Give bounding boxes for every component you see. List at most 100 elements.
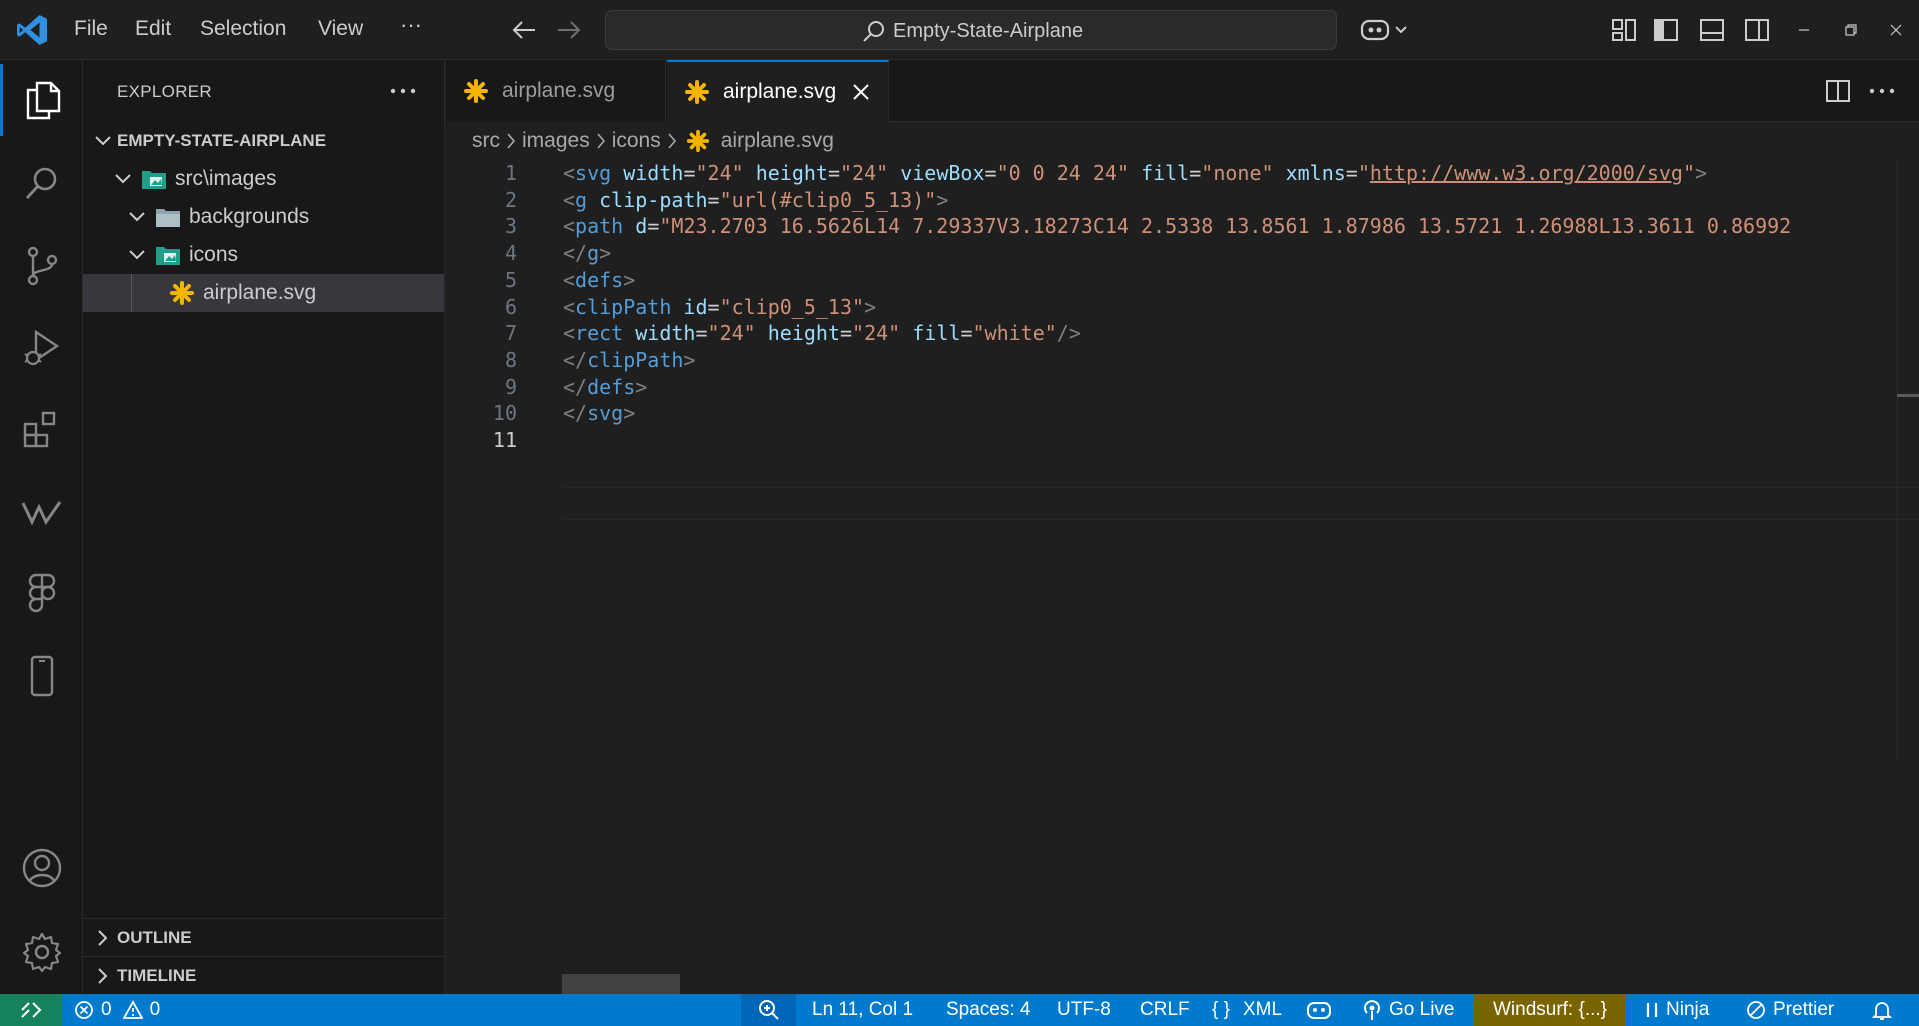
explorer-icon[interactable]	[0, 64, 83, 136]
code-token: "24"	[840, 161, 889, 185]
zoom-icon[interactable]	[741, 994, 796, 1026]
notifications-bell-icon[interactable]	[1871, 994, 1893, 1026]
extensions-icon[interactable]	[0, 394, 83, 466]
tab-airplane-svg-preview[interactable]: airplane.svg	[446, 60, 666, 122]
code-token: =	[840, 321, 853, 346]
svg-file-icon	[685, 128, 711, 154]
breadcrumb-item[interactable]: icons	[612, 129, 661, 153]
code-token: height	[755, 161, 828, 185]
language-mode[interactable]: { } XML	[1212, 994, 1282, 1026]
code-line[interactable]: 11	[446, 424, 1919, 457]
line-number: 9	[504, 374, 517, 399]
svg-file-icon	[169, 280, 195, 306]
menu-edit[interactable]: Edit	[135, 17, 171, 41]
code-text: <rect width="24" height="24" fill="white…	[563, 321, 1081, 345]
command-center-search[interactable]: Empty-State-Airplane	[605, 10, 1337, 50]
menu-file[interactable]: File	[74, 17, 108, 41]
cursor-position[interactable]: Ln 11, Col 1	[812, 994, 913, 1026]
more-actions-icon[interactable]	[1866, 77, 1898, 105]
chevron-down-icon	[127, 245, 147, 265]
code-token: =	[707, 294, 720, 319]
back-arrow-icon[interactable]	[506, 12, 542, 48]
remote-indicator-icon[interactable]	[0, 994, 62, 1026]
code-token: width	[635, 321, 696, 346]
code-token: >	[623, 401, 636, 426]
project-folder-header[interactable]: EMPTY-STATE-AIRPLANE	[83, 122, 444, 160]
line-number: 5	[504, 267, 517, 292]
toggle-primary-sidebar-icon[interactable]	[1648, 12, 1684, 48]
more-actions-icon[interactable]	[389, 78, 417, 104]
code-token: "url(#clip0_5_13)"	[719, 187, 937, 212]
code-text: </defs>	[563, 375, 647, 399]
source-control-icon[interactable]	[0, 230, 83, 302]
settings-gear-icon[interactable]	[0, 916, 83, 988]
minimize-icon[interactable]	[1786, 14, 1822, 46]
language-text: XML	[1242, 999, 1283, 1020]
error-count: 0	[101, 999, 112, 1020]
run-debug-icon[interactable]	[0, 312, 83, 384]
horizontal-scrollbar-thumb[interactable]	[562, 974, 680, 994]
menu-selection[interactable]: Selection	[200, 17, 286, 41]
restore-icon[interactable]	[1833, 14, 1869, 46]
vertical-scrollbar[interactable]	[1897, 159, 1898, 759]
encoding[interactable]: UTF-8	[1057, 994, 1111, 1026]
timeline-section[interactable]: TIMELINE	[83, 956, 444, 994]
windsurf-status[interactable]: Windsurf: {...}	[1474, 994, 1626, 1026]
chevron-right-icon	[91, 967, 115, 985]
activity-bar	[0, 60, 83, 994]
outline-section[interactable]: OUTLINE	[83, 918, 444, 956]
menu-more[interactable]: ···	[400, 12, 422, 38]
breadcrumb-item[interactable]: src	[472, 129, 500, 153]
forward-arrow-icon[interactable]	[551, 12, 587, 48]
copilot-status-icon[interactable]	[1306, 994, 1332, 1026]
copilot-icon[interactable]	[1357, 12, 1413, 48]
ninja-status[interactable]: Ninja	[1645, 994, 1709, 1026]
go-live-button[interactable]: Go Live	[1362, 994, 1454, 1026]
menu-view[interactable]: View	[318, 17, 363, 41]
line-number: 10	[492, 401, 517, 426]
code-token: fill	[1141, 161, 1190, 185]
project-name: EMPTY-STATE-AIRPLANE	[117, 131, 327, 150]
mobile-device-icon[interactable]	[0, 640, 83, 712]
line-number: 4	[504, 241, 517, 266]
chevron-right-icon	[596, 132, 606, 150]
breadcrumb-item[interactable]: airplane.svg	[721, 129, 834, 153]
accounts-icon[interactable]	[0, 832, 83, 904]
close-window-icon[interactable]	[1878, 14, 1914, 46]
code-text: <g clip-path="url(#clip0_5_13)">	[563, 188, 948, 212]
code-token: <	[563, 294, 576, 319]
timeline-label: TIMELINE	[117, 965, 197, 985]
code-token: "0 0 24 24"	[996, 161, 1130, 185]
code-link[interactable]: http://www.w3.org/2000/svg	[1370, 161, 1683, 185]
tree-item-backgrounds[interactable]: backgrounds	[83, 198, 444, 236]
customize-layout-icon[interactable]	[1606, 12, 1642, 48]
code-token: >	[683, 347, 696, 372]
error-icon	[75, 1001, 93, 1019]
split-editor-icon[interactable]	[1822, 77, 1854, 105]
outline-label: OUTLINE	[117, 927, 192, 947]
problems-indicator[interactable]: 0 0	[74, 994, 160, 1026]
search-icon[interactable]	[0, 148, 83, 220]
breadcrumb-item[interactable]: images	[522, 129, 590, 153]
close-tab-icon[interactable]	[852, 83, 870, 101]
code-editor[interactable]: 1 <svg width="24" height="24" viewBox="0 …	[446, 159, 1919, 994]
toggle-secondary-sidebar-icon[interactable]	[1739, 12, 1775, 48]
tree-item-airplane-svg[interactable]: airplane.svg	[83, 274, 444, 312]
code-token: id	[683, 294, 708, 319]
code-token: </	[563, 347, 588, 372]
prettier-status[interactable]: Prettier	[1746, 994, 1834, 1026]
chevron-down-icon	[127, 207, 147, 227]
tree-item-src-images[interactable]: src\images	[83, 160, 444, 198]
windsurf-icon[interactable]	[0, 476, 83, 548]
code-token: g	[575, 187, 588, 212]
end-of-line[interactable]: CRLF	[1140, 994, 1190, 1026]
tree-item-icons[interactable]: icons	[83, 236, 444, 274]
indentation[interactable]: Spaces: 4	[946, 994, 1031, 1026]
toggle-panel-icon[interactable]	[1694, 12, 1730, 48]
tab-airplane-svg[interactable]: airplane.svg	[667, 60, 889, 122]
tab-label: airplane.svg	[723, 80, 837, 103]
figma-icon[interactable]	[0, 558, 83, 630]
